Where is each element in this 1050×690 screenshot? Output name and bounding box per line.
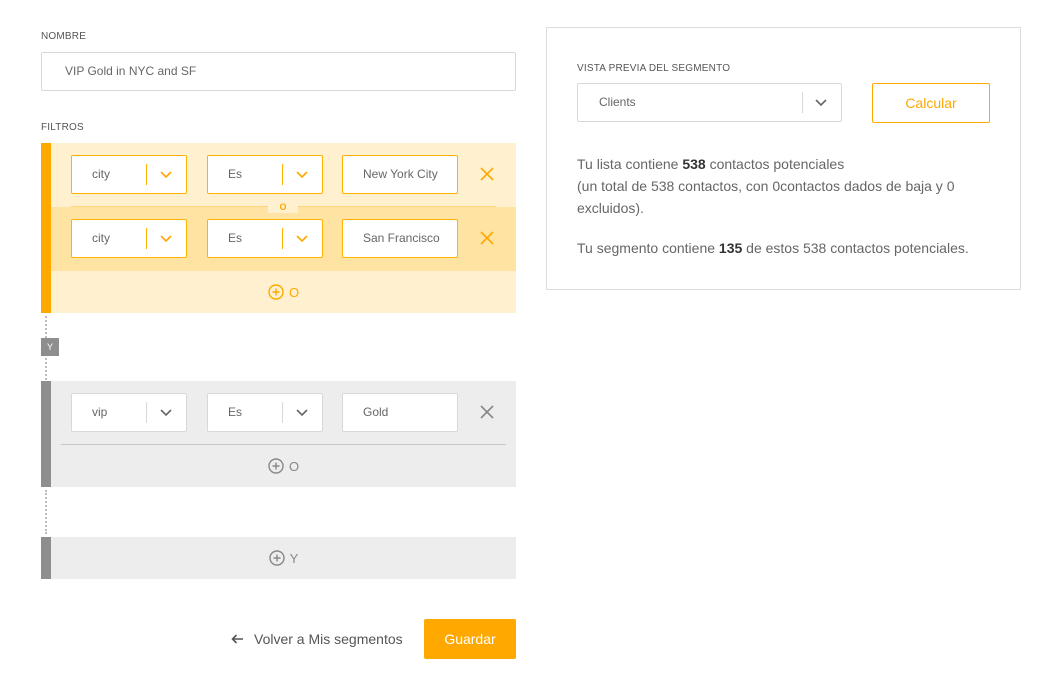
and-connector	[45, 316, 47, 338]
group-color-bar	[41, 381, 51, 487]
close-icon[interactable]	[480, 231, 494, 245]
close-icon[interactable]	[480, 405, 494, 419]
field-select-value: city	[92, 167, 110, 181]
field-select[interactable]: city	[71, 219, 187, 258]
add-or-button[interactable]: O	[51, 445, 516, 487]
field-select[interactable]: vip	[71, 393, 187, 432]
group-color-bar	[41, 143, 51, 313]
list-summary: Tu lista contiene 538 contactos potencia…	[577, 156, 955, 216]
and-connector	[45, 490, 47, 534]
chevron-down-icon	[160, 235, 172, 243]
filter-group-1: city Es New York City city Es San Franci…	[41, 143, 516, 313]
operator-select[interactable]: Es	[207, 219, 323, 258]
segment-summary: Tu segmento contiene 135 de estos 538 co…	[577, 240, 969, 256]
list-select[interactable]: Clients	[577, 83, 842, 122]
field-select-value: city	[92, 231, 110, 245]
value-input[interactable]: San Francisco	[342, 219, 458, 258]
back-link[interactable]: Volver a Mis segmentos	[231, 628, 403, 650]
segment-count: 135	[718, 240, 743, 256]
add-or-label: O	[288, 458, 300, 474]
or-badge: O	[268, 201, 298, 213]
field-select-value: vip	[92, 405, 108, 419]
save-button[interactable]: Guardar	[424, 619, 516, 659]
plus-circle-icon	[268, 550, 285, 566]
chevron-down-icon	[296, 235, 308, 243]
add-and-label: Y	[289, 550, 299, 566]
name-label: NOMBRE	[41, 31, 87, 42]
list-count: 538	[682, 156, 706, 172]
chevron-down-icon	[160, 409, 172, 417]
add-or-button[interactable]: O	[51, 271, 516, 313]
operator-select-value: Es	[228, 167, 243, 181]
and-connector	[45, 358, 47, 380]
calculate-button[interactable]: Calcular	[872, 83, 990, 123]
operator-select-value: Es	[228, 231, 243, 245]
plus-circle-icon	[268, 284, 284, 300]
field-select[interactable]: city	[71, 155, 187, 194]
plus-circle-icon	[268, 458, 284, 474]
segment-preview-panel: VISTA PREVIA DEL SEGMENTO Clients Calcul…	[546, 27, 1021, 290]
operator-select[interactable]: Es	[207, 393, 323, 432]
group-color-bar	[41, 537, 51, 579]
close-icon[interactable]	[480, 167, 494, 181]
filter-row: city Es San Francisco	[51, 207, 516, 271]
add-and-group: Y	[41, 537, 516, 579]
list-select-value: Clients	[599, 95, 636, 109]
filters-label: FILTROS	[41, 122, 84, 133]
arrow-left-icon	[231, 634, 243, 644]
chevron-down-icon	[160, 171, 172, 179]
value-input[interactable]: New York City	[342, 155, 458, 194]
chevron-down-icon	[296, 409, 308, 417]
preview-label: VISTA PREVIA DEL SEGMENTO	[577, 63, 731, 74]
filter-row: vip Es Gold	[51, 381, 516, 445]
chevron-down-icon	[296, 171, 308, 179]
filter-group-2: vip Es Gold O	[41, 381, 516, 487]
add-or-label: O	[288, 284, 300, 300]
segment-name-input[interactable]: VIP Gold in NYC and SF	[41, 52, 516, 91]
operator-select[interactable]: Es	[207, 155, 323, 194]
and-badge: Y	[41, 338, 59, 356]
back-link-label: Volver a Mis segmentos	[254, 631, 403, 647]
operator-select-value: Es	[228, 405, 243, 419]
list-details: (un total de 538 contactos, con 0contact…	[577, 178, 955, 216]
value-input[interactable]: Gold	[342, 393, 458, 432]
add-and-button[interactable]: Y	[51, 537, 516, 579]
chevron-down-icon	[815, 99, 827, 107]
filter-row: city Es New York City	[51, 143, 516, 207]
